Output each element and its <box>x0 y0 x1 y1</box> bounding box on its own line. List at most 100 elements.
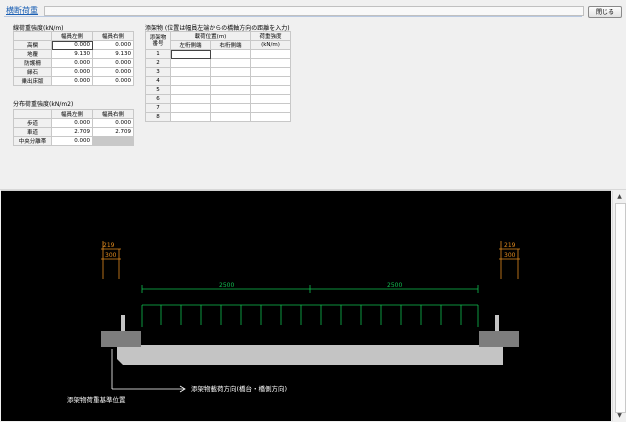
header-right-end: 右桁側端 <box>210 40 251 50</box>
left-dim-top-label: 219 <box>103 242 115 249</box>
table-row: 中央分離帯 0.000 <box>13 136 134 146</box>
title-divider <box>4 16 582 17</box>
value-cell[interactable]: 0.000 <box>92 40 134 50</box>
header-left-end: 左桁側端 <box>170 40 211 50</box>
left-dim-bottom-label: 300 <box>105 252 117 259</box>
input-cell[interactable] <box>170 58 211 68</box>
distributed-load-arrows <box>141 304 479 327</box>
input-cell[interactable] <box>210 49 251 59</box>
input-cell[interactable] <box>250 58 291 68</box>
row-label: 乗出床版 <box>13 76 52 86</box>
input-cell[interactable] <box>170 67 211 77</box>
scroll-down-icon[interactable]: ▼ <box>616 412 623 419</box>
input-cell[interactable] <box>210 112 251 122</box>
value-cell[interactable]: 0.000 <box>92 76 134 86</box>
input-cell[interactable] <box>170 76 211 86</box>
line-load-table: 幅員左側 幅員右側 高欄 0.000 0.000 地覆 9.130 9.130 … <box>13 31 134 86</box>
value-cell[interactable]: 0.000 <box>51 58 93 68</box>
input-cell[interactable] <box>170 103 211 113</box>
row-number: 3 <box>145 67 171 77</box>
table-row: 2 <box>145 58 291 68</box>
span-left-label: 2500 <box>219 282 234 289</box>
header-unit: (kN/m) <box>250 40 291 50</box>
input-cell[interactable] <box>170 112 211 122</box>
table-row: 5 <box>145 85 291 95</box>
input-cell[interactable] <box>250 94 291 104</box>
right-dim-bottom-label: 300 <box>504 252 516 259</box>
header-no: 添架物番号 <box>145 31 171 50</box>
input-cell[interactable] <box>210 58 251 68</box>
span-right-label: 2500 <box>387 282 402 289</box>
row-label: 歩道 <box>13 118 52 128</box>
value-cell[interactable]: 0.000 <box>51 40 93 50</box>
value-cell[interactable]: 0.000 <box>51 76 93 86</box>
value-cell[interactable]: 9.130 <box>51 49 93 59</box>
close-button[interactable]: 閉じる <box>588 6 622 18</box>
table-row: 地覆 9.130 9.130 <box>13 49 134 59</box>
table-row: 3 <box>145 67 291 77</box>
load-direction-label: 添架物載荷方向(橋台・橋側方向) <box>191 384 287 393</box>
input-cell[interactable] <box>210 67 251 77</box>
input-cell[interactable] <box>170 49 211 59</box>
table-row: 防護柵 0.000 0.000 <box>13 58 134 68</box>
header-left: 幅員左側 <box>51 31 93 41</box>
canvas-scrollbar[interactable]: ▲ ▼ <box>612 191 626 421</box>
row-number: 5 <box>145 85 171 95</box>
value-cell[interactable]: 2.709 <box>92 127 134 137</box>
header-position: 載荷位置(m) <box>170 31 251 41</box>
value-cell[interactable]: 0.000 <box>92 118 134 128</box>
value-cell[interactable]: 9.130 <box>92 49 134 59</box>
reference-position-label: 添架物荷重基準位置 <box>67 395 126 404</box>
dist-load-table: 幅員左側 幅員右側 歩道 0.000 0.000 車道 2.709 2.709 … <box>13 109 134 146</box>
dist-load-title: 分布荷重強度(kN/m2) <box>13 101 74 108</box>
value-cell[interactable]: 0.000 <box>92 67 134 77</box>
input-cell[interactable] <box>250 76 291 86</box>
header-right: 幅員右側 <box>92 109 134 119</box>
value-cell[interactable]: 0.000 <box>92 58 134 68</box>
input-cell[interactable] <box>250 103 291 113</box>
bridge-section <box>101 315 519 365</box>
input-cell[interactable] <box>170 85 211 95</box>
row-label: 縁石 <box>13 67 52 77</box>
row-number: 2 <box>145 58 171 68</box>
header-load: 荷重強度 <box>250 31 291 41</box>
input-cell[interactable] <box>210 103 251 113</box>
input-cell[interactable] <box>250 112 291 122</box>
value-cell[interactable]: 0.000 <box>51 118 93 128</box>
table-row: 7 <box>145 103 291 113</box>
table-row: 縁石 0.000 0.000 <box>13 67 134 77</box>
table-row: 1 <box>145 49 291 59</box>
table-row: 8 <box>145 112 291 122</box>
input-cell[interactable] <box>250 67 291 77</box>
input-cell[interactable] <box>210 85 251 95</box>
value-cell[interactable]: 2.709 <box>51 127 93 137</box>
window-title: 横断荷重 <box>6 6 38 15</box>
header-right: 幅員右側 <box>92 31 134 41</box>
cross-section-drawing: 219 300 219 300 2500 2500 添架物載荷方向(橋台・橋側方… <box>67 241 520 404</box>
input-cell[interactable] <box>210 94 251 104</box>
input-cell[interactable] <box>170 94 211 104</box>
row-number: 7 <box>145 103 171 113</box>
disabled-cell <box>92 136 134 146</box>
table-row: 乗出床版 0.000 0.000 <box>13 76 134 86</box>
input-cell[interactable] <box>250 85 291 95</box>
value-cell[interactable]: 0.000 <box>51 67 93 77</box>
table-row: 高欄 0.000 0.000 <box>13 40 134 50</box>
title-bar: 横断荷重 <box>4 5 584 17</box>
table-row: 4 <box>145 76 291 86</box>
value-cell[interactable]: 0.000 <box>51 136 93 146</box>
input-cell[interactable] <box>250 49 291 59</box>
table-row: 歩道 0.000 0.000 <box>13 118 134 128</box>
row-label: 防護柵 <box>13 58 52 68</box>
scroll-thumb[interactable] <box>615 203 626 413</box>
row-number: 1 <box>145 49 171 59</box>
table-row: 車道 2.709 2.709 <box>13 127 134 137</box>
row-number: 6 <box>145 94 171 104</box>
cross-section-canvas[interactable]: 219 300 219 300 2500 2500 添架物載荷方向(橋台・橋側方… <box>1 190 611 421</box>
input-cell[interactable] <box>210 76 251 86</box>
scroll-up-icon[interactable]: ▲ <box>616 193 623 200</box>
row-number: 8 <box>145 112 171 122</box>
row-label: 中央分離帯 <box>13 136 52 146</box>
row-label: 高欄 <box>13 40 52 50</box>
row-label: 地覆 <box>13 49 52 59</box>
